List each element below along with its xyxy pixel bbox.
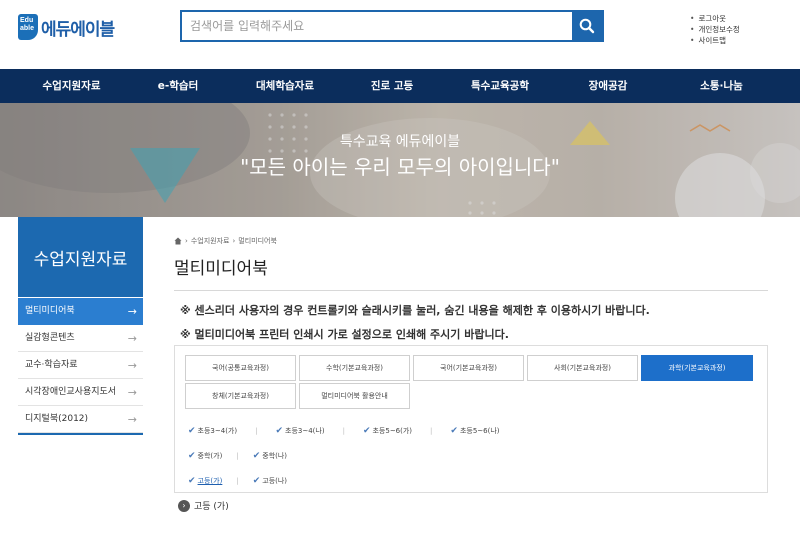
- gnb-item-community[interactable]: 소통·나눔: [643, 69, 800, 103]
- sidebar-item-label: 멀티미디어북: [25, 306, 75, 316]
- gnb-item-disability-empathy[interactable]: 장애공감: [573, 69, 643, 103]
- logo-text: 에듀에이블: [41, 19, 115, 40]
- arrow-right-icon: →: [127, 413, 137, 426]
- banner-title: "모든 아이는 우리 모두의 아이입니다": [240, 155, 560, 179]
- separator: |: [255, 427, 258, 435]
- sidebar-item-label: 실감형콘텐츠: [25, 333, 75, 343]
- sidebar-title: 수업지원자료: [18, 217, 143, 297]
- check-icon: ✔: [188, 451, 196, 461]
- separator: |: [236, 452, 239, 460]
- sidebar-item-multimedia-book[interactable]: 멀티미디어북 →: [18, 298, 143, 325]
- sub-item-middle-ga[interactable]: ✔ 중학(가): [188, 451, 222, 461]
- breadcrumb-item[interactable]: 수업지원자료: [191, 236, 230, 246]
- breadcrumb-separator: ›: [232, 237, 236, 245]
- site-logo[interactable]: Edu able 에듀에이블: [18, 14, 115, 40]
- arrow-right-icon: →: [127, 359, 137, 372]
- page-title: 멀티미디어북: [174, 259, 268, 279]
- tab-korean-basic[interactable]: 국어(기본교육과정): [413, 355, 524, 381]
- title-divider: [174, 290, 768, 291]
- check-icon: ✔: [252, 451, 261, 461]
- tab-science-basic[interactable]: 과학(기본교육과정): [641, 355, 753, 381]
- selected-result-heading: › 고등 (가): [178, 499, 229, 512]
- hero-banner: 특수교육 에듀에이블 "모든 아이는 우리 모두의 아이입니다": [0, 103, 800, 217]
- search-box: [180, 10, 604, 42]
- notice-screen-reader: ※ 센스리더 사용자의 경우 컨트롤키와 슬래시키를 눌러, 숨긴 내용을 해제…: [180, 304, 650, 317]
- gnb-item-career[interactable]: 진로 고등: [357, 69, 427, 103]
- check-icon: ✔: [275, 426, 284, 436]
- sidebar-item-label: 시각장애인교사용지도서: [25, 387, 117, 397]
- sub-item-elem-3-4-ga[interactable]: ✔ 초등3~4(가): [188, 426, 237, 436]
- edit-profile-link[interactable]: 개인정보수정: [690, 24, 739, 35]
- arrow-right-icon: →: [127, 332, 137, 345]
- check-icon: ✔: [450, 426, 458, 436]
- logo-mark: Edu able: [18, 14, 38, 40]
- sidebar-menu: 멀티미디어북 → 실감형콘텐츠 → 교수·학습자료 → 시각장애인교사용지도서 …: [18, 298, 143, 435]
- arrow-circle-right-icon: ›: [178, 499, 190, 512]
- check-icon: ✔: [188, 426, 196, 436]
- search-button[interactable]: [572, 12, 602, 40]
- sidebar-item-visual-impairment-guide[interactable]: 시각장애인교사용지도서 →: [18, 379, 143, 406]
- separator: |: [236, 477, 239, 485]
- check-icon: ✔: [252, 476, 261, 486]
- tab-math-basic[interactable]: 수학(기본교육과정): [299, 355, 410, 381]
- separator: |: [342, 427, 345, 435]
- sidebar-item-label: 디지털북(2012): [25, 414, 89, 424]
- gnb-item-alternative-learning[interactable]: 대체학습자료: [213, 69, 357, 103]
- breadcrumb: › 수업지원자료 › 멀티미디어북: [174, 236, 277, 246]
- sub-row-middle: ✔ 중학(가) | ✔ 중학(나): [188, 451, 287, 461]
- sub-row-high: ✔ 고등(가) | ✔ 고등(나): [188, 476, 287, 486]
- sidebar-item-label: 교수·학습자료: [25, 360, 78, 370]
- check-icon: ✔: [362, 426, 371, 436]
- tab-creative-basic[interactable]: 창체(기본교육과정): [185, 383, 296, 409]
- sidebar-item-digital-book[interactable]: 디지털북(2012) →: [18, 406, 143, 433]
- sitemap-link[interactable]: 사이트맵: [690, 35, 740, 46]
- gnb-item-special-ed-tech[interactable]: 특수교육공학: [427, 69, 573, 103]
- sub-row-elementary: ✔ 초등3~4(가) | ✔ 초등3~4(나) | ✔ 초등5~6(가) | ✔ 초등5…: [188, 426, 500, 436]
- check-icon: ✔: [188, 476, 196, 486]
- tab-korean-common[interactable]: 국어(공통교육과정): [185, 355, 296, 381]
- logout-link[interactable]: 로그아웃: [690, 13, 740, 24]
- global-nav: 수업지원자료 e-학습터 대체학습자료 진로 고등 특수교육공학 장애공감 소통…: [0, 69, 800, 103]
- breadcrumb-separator: ›: [185, 237, 188, 245]
- banner-subtitle: 특수교육 에듀에이블: [339, 134, 461, 150]
- breadcrumb-item[interactable]: 멀티미디어북: [238, 236, 277, 246]
- sub-item-high-na[interactable]: ✔ 고등(나): [253, 476, 287, 486]
- search-input[interactable]: [182, 12, 574, 40]
- sub-item-elem-3-4-na[interactable]: ✔ 초등3~4(나): [275, 426, 324, 436]
- sidebar-item-teaching-materials[interactable]: 교수·학습자료 →: [18, 352, 143, 379]
- search-icon: [579, 18, 595, 34]
- tab-social-basic[interactable]: 사회(기본교육과정): [527, 355, 638, 381]
- gnb-item-class-support[interactable]: 수업지원자료: [0, 69, 143, 103]
- gnb-item-e-learning[interactable]: e-학습터: [143, 69, 213, 103]
- arrow-right-icon: →: [127, 386, 137, 399]
- notice-print: ※ 멀티미디어북 프린터 인쇄시 가로 설정으로 인쇄해 주시기 바랍니다.: [180, 328, 509, 341]
- site-header: Edu able 에듀에이블 로그아웃 개인정보수정 사이트맵: [0, 0, 800, 69]
- sub-item-middle-na[interactable]: ✔ 중학(나): [253, 451, 287, 461]
- sub-item-high-ga[interactable]: ✔ 고등(가): [188, 476, 222, 486]
- separator: |: [430, 427, 433, 435]
- utility-links: 로그아웃 개인정보수정 사이트맵: [690, 13, 740, 46]
- tab-usage-guide[interactable]: 멀티미디어북 활용안내: [299, 383, 410, 409]
- home-icon[interactable]: [174, 237, 182, 245]
- selected-result-label: 고등 (가): [194, 502, 229, 512]
- sidebar-item-immersive-content[interactable]: 실감형콘텐츠 →: [18, 325, 143, 352]
- sub-item-elem-5-6-ga[interactable]: ✔ 초등5~6(가): [363, 426, 412, 436]
- arrow-right-icon: →: [127, 305, 137, 318]
- sub-item-elem-5-6-na[interactable]: ✔ 초등5~6(나): [450, 426, 499, 436]
- subject-tab-panel: 국어(공통교육과정) 수학(기본교육과정) 국어(기본교육과정) 사회(기본교육…: [174, 345, 768, 493]
